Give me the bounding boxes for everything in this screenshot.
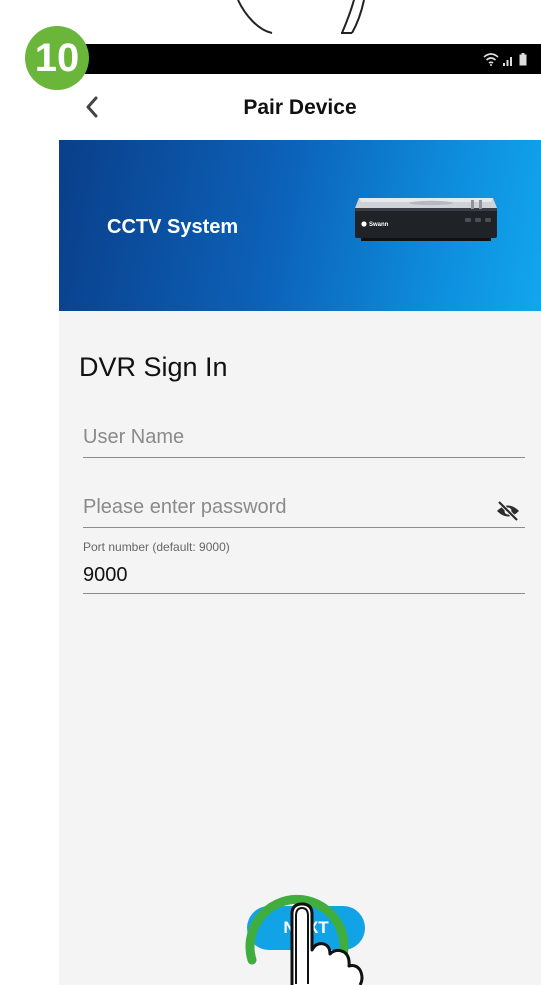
username-input[interactable] <box>83 426 525 449</box>
next-button[interactable]: NEXT <box>247 906 365 950</box>
device-banner: CCTV System Swann <box>59 140 541 311</box>
password-field <box>83 496 525 528</box>
signal-icon <box>503 57 512 66</box>
port-label: Port number (default: 9000) <box>83 540 230 554</box>
eye-off-icon <box>497 500 519 522</box>
step-number-badge: 10 <box>25 26 89 90</box>
username-underline <box>83 457 525 458</box>
toggle-password-visibility-button[interactable] <box>495 500 521 522</box>
device-brand-label: Swann <box>369 222 389 228</box>
port-underline <box>83 593 525 594</box>
password-underline <box>83 527 525 528</box>
status-bar <box>59 44 541 74</box>
phone-screen: Pair Device CCTV System Swann DVR Sign I… <box>59 44 541 985</box>
navigation-bar: Pair Device <box>59 74 541 140</box>
username-field <box>83 426 525 458</box>
section-title: DVR Sign In <box>79 352 228 382</box>
password-input[interactable] <box>83 496 483 519</box>
dvr-device-image: Swann <box>355 198 497 241</box>
port-field <box>83 564 525 594</box>
port-input[interactable] <box>83 564 525 587</box>
banner-title: CCTV System <box>107 216 239 238</box>
battery-icon <box>519 53 527 66</box>
page-title: Pair Device <box>243 96 357 119</box>
wifi-icon <box>483 53 499 66</box>
